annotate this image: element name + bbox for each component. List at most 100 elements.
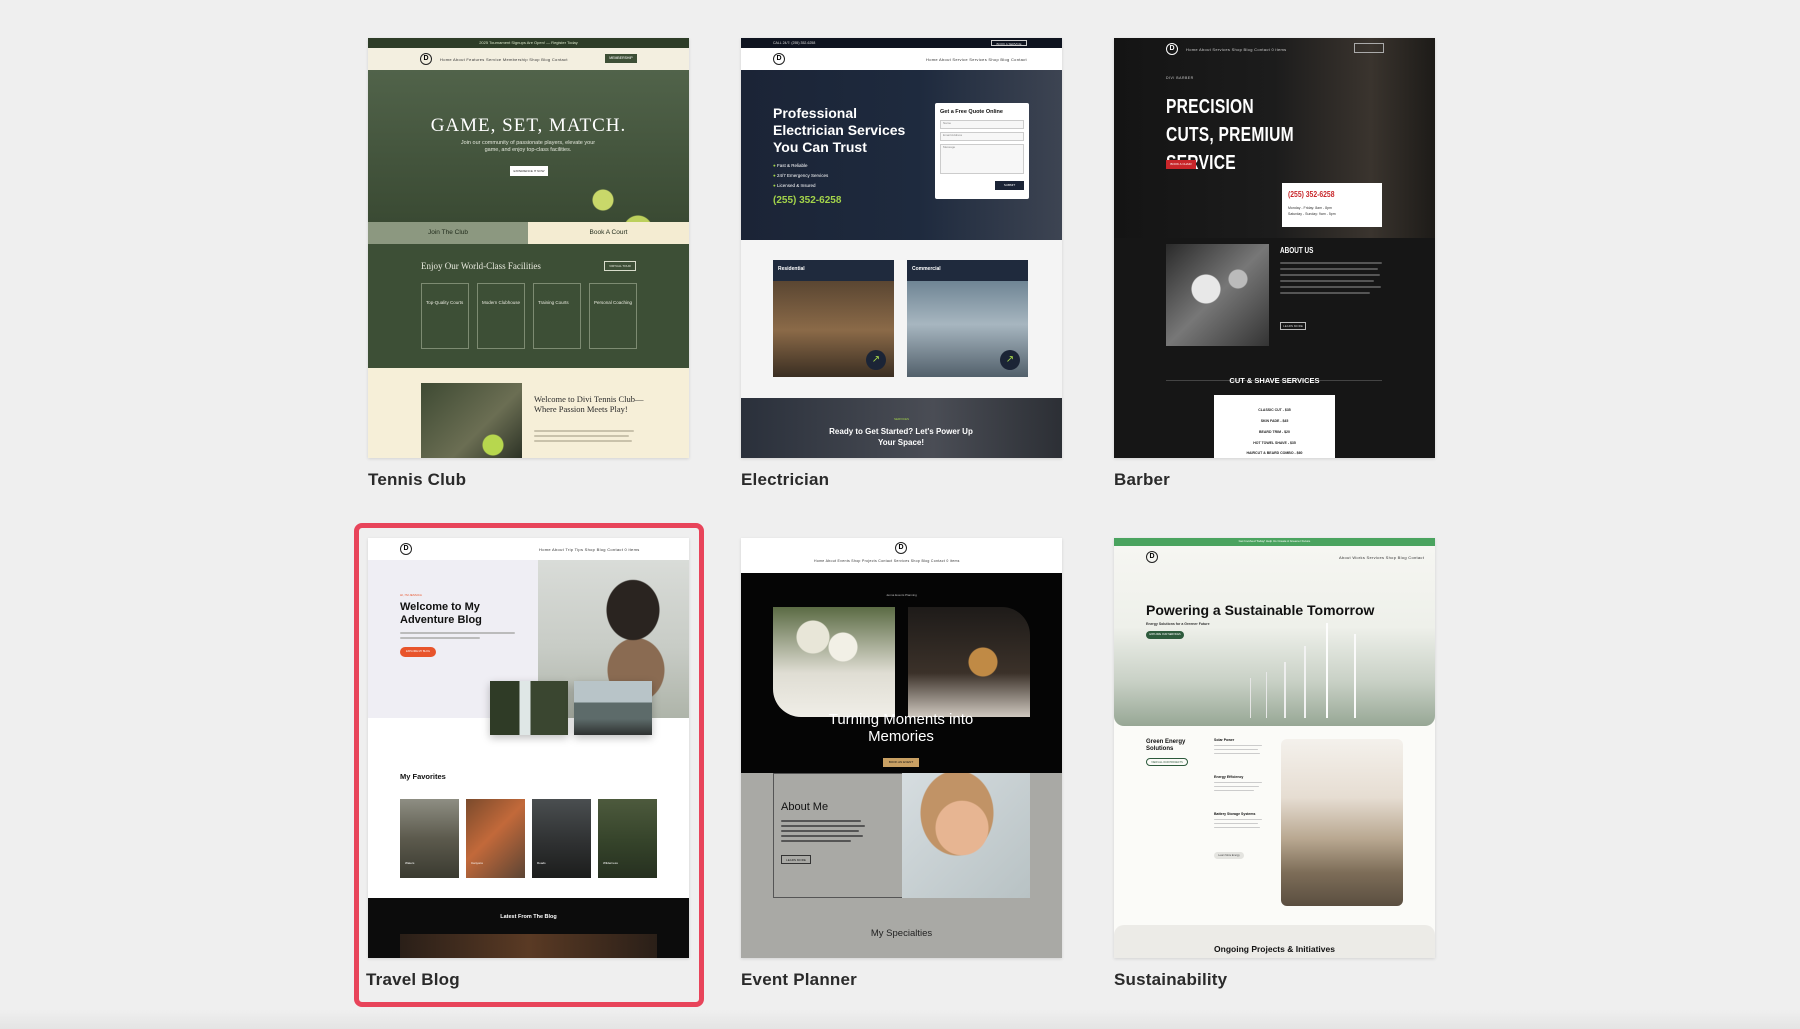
text-line [1214, 749, 1258, 750]
bottom-shadow-strip [0, 1010, 1800, 1029]
hero-title: Welcome to My Adventure Blog [400, 601, 510, 627]
template-gallery: 2025 Tournament Signups Are Open! — Regi… [0, 0, 1800, 1029]
text-line [781, 825, 865, 827]
text-line [781, 840, 851, 842]
template-thumbnail[interactable]: 2025 Tournament Signups Are Open! — Regi… [368, 38, 689, 458]
text-line [1214, 782, 1262, 783]
facilities-title: Enjoy Our World-Class Facilities [421, 261, 541, 271]
service-item: HOT TOWEL SHAVE - $35 [1214, 440, 1335, 447]
services-title: CUT & SHAVE SERVICES [1114, 376, 1435, 385]
site-nav: Home About Services Shop Blog Contact 0 … [1186, 47, 1286, 52]
template-name[interactable]: Electrician [741, 470, 829, 490]
arrow-icon: ↗ [866, 350, 886, 370]
topbar-button: BOOK A SERVICE [991, 40, 1027, 46]
hero-photo-waterfall [490, 681, 568, 735]
template-thumbnail[interactable]: D Home About Events Shop Projects Contac… [741, 538, 1062, 958]
topbar-phone: CALL 24/7: (255) 352-6258 [773, 41, 815, 45]
about-title: ABOUT US [1280, 246, 1313, 255]
hours-line: Saturday - Sunday: 9am - 5pm [1288, 211, 1336, 218]
about-photo [902, 773, 1030, 898]
text-line [1280, 262, 1382, 264]
feature-card: Modern Clubhouse [477, 283, 525, 349]
site-nav: Home About Features Service Membership S… [440, 57, 568, 62]
hero-title: GAME, SET, MATCH. [368, 115, 689, 137]
check-item: ● 24/7 Emergency Services [773, 172, 828, 179]
form-field: Message [940, 144, 1024, 174]
form-submit: SUBMIT [995, 181, 1024, 190]
form-field: Email Address [940, 132, 1024, 141]
green-title: Green Energy Solutions [1146, 739, 1198, 753]
hero-kicker: HI, I'M JESSICA [400, 593, 422, 597]
hero-button: EXPLORE OUR SERVICES [1146, 631, 1184, 639]
wind-turbine [1326, 623, 1328, 718]
service-item: SKIN FADE - $45 [1214, 418, 1335, 425]
solution-button: Learn More Energy [1214, 852, 1244, 859]
wind-turbine [1266, 672, 1267, 718]
template-thumbnail[interactable]: D Home About Trip Tips Shop Blog Contact… [368, 538, 689, 958]
hero-phone: (255) 352-6258 [773, 195, 841, 206]
services-list [1214, 395, 1335, 458]
hero-button: EXPERIENCE IT NOW [510, 166, 548, 176]
tab-book-court: Book A Court [528, 222, 689, 244]
text-line [1280, 292, 1370, 294]
arrow-icon: ↗ [1000, 350, 1020, 370]
about-button: LEARN MORE [1280, 322, 1306, 330]
template-name[interactable]: Sustainability [1114, 970, 1227, 990]
text-line [1280, 268, 1378, 270]
divi-logo-icon: D [1146, 551, 1158, 563]
hero-photo-flowers [773, 607, 895, 717]
solution-item: Battery Storage Systems [1214, 812, 1255, 816]
text-line [1214, 819, 1262, 820]
text-line [534, 430, 634, 432]
text-line [534, 435, 629, 437]
service-item: HAIRCUT & BEARD COMBO - $60 [1214, 450, 1335, 457]
template-thumbnail[interactable]: D Home About Services Shop Blog Contact … [1114, 38, 1435, 458]
hero-kicker: DIVI BARBER [1166, 76, 1194, 80]
green-button: VIEW ALL OUR PROJECTS [1146, 758, 1188, 766]
template-name[interactable]: Event Planner [741, 970, 857, 990]
hero-title: Powering a Sustainable Tomorrow [1146, 602, 1374, 618]
wind-turbine [1354, 634, 1356, 718]
text-line [1280, 286, 1381, 288]
favorite-card: Roads [532, 799, 591, 878]
welcome-title: Welcome to Divi Tennis Club— Where Passi… [534, 394, 646, 414]
about-button: LEARN MORE [781, 855, 811, 864]
solution-item: Solar Power [1214, 738, 1234, 742]
hero-title: Professional Electrician Services You Ca… [773, 105, 923, 156]
announcement-text: Get Involved Today! Help Us Create A Gre… [1114, 539, 1435, 543]
latest-title: Latest From The Blog [368, 914, 689, 920]
template-name[interactable]: Travel Blog [366, 970, 460, 990]
hero-title: Turning Moments into Memories [801, 711, 1001, 745]
check-item: ● Licensed & Insured [773, 182, 816, 189]
divi-logo-icon: D [420, 53, 432, 65]
text-line [781, 830, 859, 832]
text-line [1280, 274, 1380, 276]
wind-turbine [1250, 678, 1251, 718]
service-item: BEARD TRIM - $20 [1214, 429, 1335, 436]
about-title: About Me [781, 801, 828, 813]
latest-image [400, 934, 657, 958]
text-line [781, 820, 861, 822]
hero-photo-lake [574, 681, 652, 735]
contact-phone: (255) 352-6258 [1288, 190, 1335, 199]
text-line [1214, 823, 1258, 824]
divi-logo-icon: D [400, 543, 412, 555]
template-name[interactable]: Barber [1114, 470, 1170, 490]
template-name[interactable]: Tennis Club [368, 470, 466, 490]
template-thumbnail[interactable]: Get Involved Today! Help Us Create A Gre… [1114, 538, 1435, 958]
form-field: Name [940, 120, 1024, 129]
service-title: Commercial [912, 266, 941, 272]
cta-text: Ready to Get Started? Let's Power Up You… [821, 426, 981, 448]
site-nav: Home About Events Shop Projects Contact … [814, 559, 960, 563]
feature-card: Personal Coaching [589, 283, 637, 349]
text-line [1214, 790, 1254, 791]
text-line [781, 835, 863, 837]
landscape-photo [1281, 739, 1403, 906]
template-thumbnail[interactable]: CALL 24/7: (255) 352-6258 BOOK A SERVICE… [741, 38, 1062, 458]
service-title: Residential [778, 266, 805, 272]
text-line [1214, 753, 1260, 754]
text-line [400, 637, 480, 639]
text-line [1214, 745, 1262, 746]
wind-turbine [1304, 646, 1306, 718]
site-nav: Home About Service Services Shop Blog Co… [926, 57, 1027, 62]
